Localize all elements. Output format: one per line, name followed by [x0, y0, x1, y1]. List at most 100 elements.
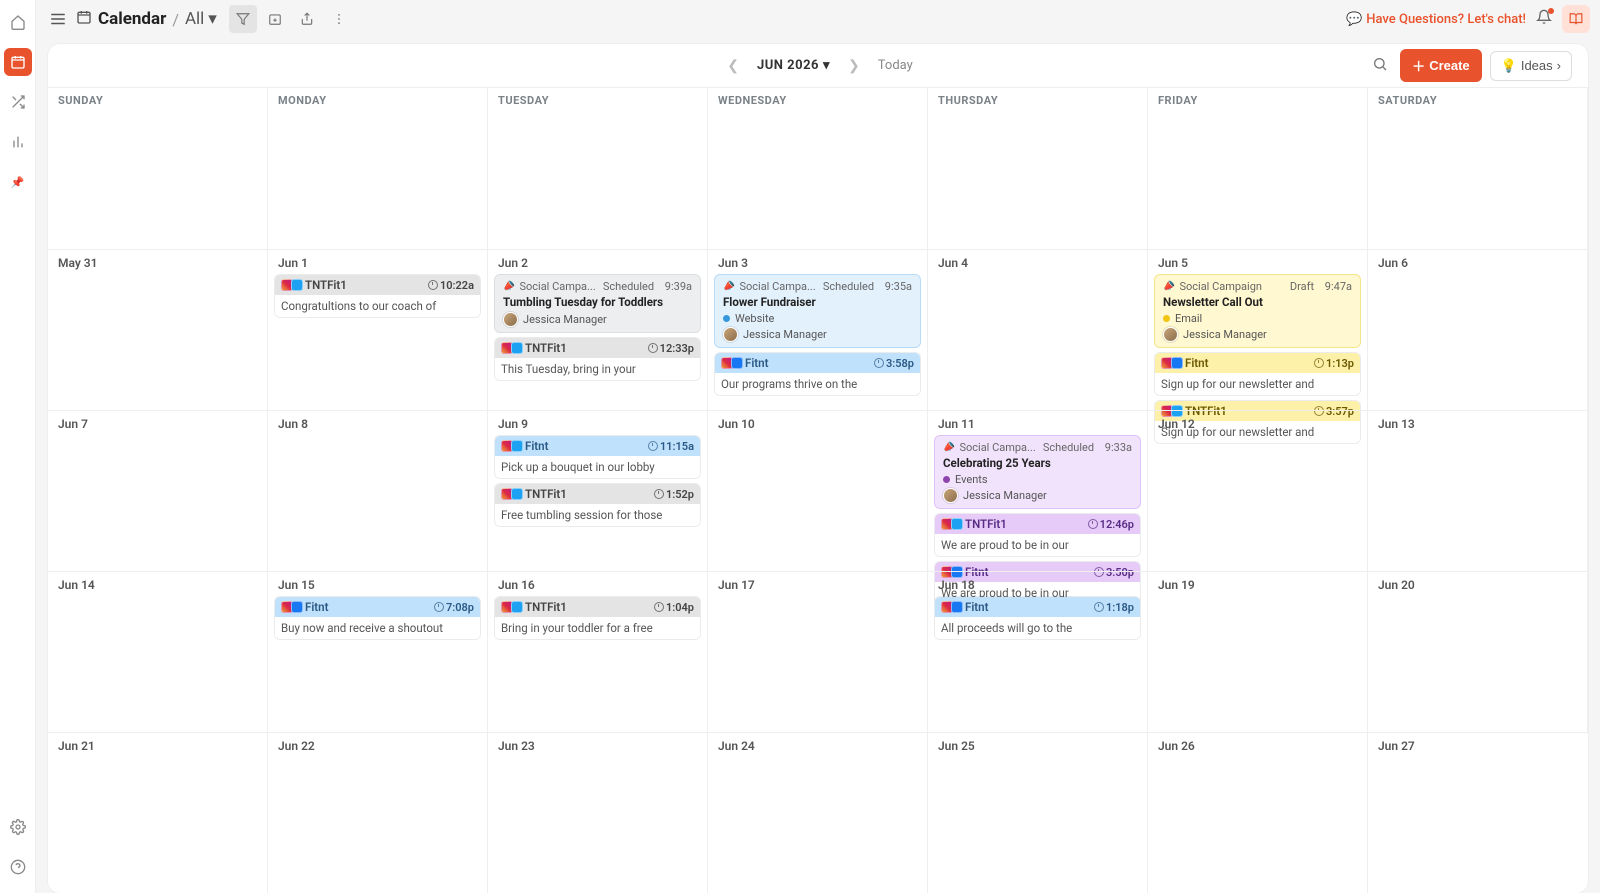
date-label: Jun 19: [1154, 578, 1361, 592]
day-cell[interactable]: Jun 24: [708, 732, 928, 893]
post-card[interactable]: Fitnt7:08p Buy now and receive a shoutou…: [274, 596, 481, 640]
nav-analytics-icon[interactable]: [4, 128, 32, 156]
ideas-button[interactable]: 💡Ideas›: [1490, 51, 1572, 81]
account-icons: [281, 279, 301, 291]
day-cell[interactable]: Jun 19: [1148, 571, 1368, 732]
day-cell[interactable]: Jun 27: [1368, 732, 1588, 893]
day-cell[interactable]: Jun 3 📣Social Campa...Scheduled 9:35a Fl…: [708, 249, 928, 410]
day-cell[interactable]: Jun 26: [1148, 732, 1368, 893]
date-label: Jun 12: [1154, 417, 1361, 431]
date-label: Jun 18: [934, 578, 1141, 592]
clock-icon: [654, 489, 664, 499]
day-cell[interactable]: May 31: [48, 249, 268, 410]
sidebar: 📌: [0, 0, 36, 893]
date-label: Jun 17: [714, 578, 921, 592]
day-cell[interactable]: Jun 6: [1368, 249, 1588, 410]
filter-icon[interactable]: [229, 5, 257, 33]
plus-icon: ＋: [1412, 56, 1425, 75]
day-cell[interactable]: Jun 2 📣Social Campa...Scheduled 9:39a Tu…: [488, 249, 708, 410]
day-header: SATURDAY: [1368, 88, 1588, 249]
post-card[interactable]: Fitnt3:58p Our programs thrive on the: [714, 352, 921, 396]
day-cell[interactable]: Jun 7: [48, 410, 268, 571]
account-icons: [1161, 357, 1181, 369]
post-card[interactable]: TNTFit11:04p Bring in your toddler for a…: [494, 596, 701, 640]
date-label: Jun 2: [494, 256, 701, 270]
filter-dropdown[interactable]: All▾: [185, 9, 217, 29]
post-card[interactable]: Fitnt1:18p All proceeds will go to the: [934, 596, 1141, 640]
date-label: Jun 20: [1374, 578, 1581, 592]
topbar: Calendar / All▾ 💬Have Questions? Let's c…: [36, 0, 1600, 38]
campaign-card[interactable]: 📣Social Campa...Scheduled 9:35a Flower F…: [714, 274, 921, 348]
settings-icon[interactable]: [4, 813, 32, 841]
date-label: Jun 24: [714, 739, 921, 753]
avatar: [1163, 327, 1178, 342]
date-label: Jun 1: [274, 256, 481, 270]
account-icons: [721, 357, 741, 369]
post-card[interactable]: TNTFit112:33p This Tuesday, bring in you…: [494, 337, 701, 381]
day-cell[interactable]: Jun 8: [268, 410, 488, 571]
post-card[interactable]: Fitnt1:13p Sign up for our newsletter an…: [1154, 352, 1361, 396]
docs-icon[interactable]: [1562, 5, 1590, 33]
day-cell[interactable]: Jun 4: [928, 249, 1148, 410]
clock-icon: [874, 358, 884, 368]
campaign-card[interactable]: 📣Social Campa...Scheduled 9:39a Tumbling…: [494, 274, 701, 333]
help-icon[interactable]: [4, 853, 32, 881]
today-button[interactable]: Today: [878, 58, 913, 73]
prev-month-icon[interactable]: ❮: [723, 54, 743, 78]
account-icons: [501, 440, 521, 452]
menu-icon[interactable]: [46, 7, 70, 31]
day-cell[interactable]: Jun 9 Fitnt11:15a Pick up a bouquet in o…: [488, 410, 708, 571]
day-cell[interactable]: Jun 13: [1368, 410, 1588, 571]
day-cell[interactable]: Jun 21: [48, 732, 268, 893]
notifications-icon[interactable]: [1536, 9, 1552, 29]
day-cell[interactable]: Jun 23: [488, 732, 708, 893]
chat-link[interactable]: 💬Have Questions? Let's chat!: [1346, 12, 1526, 27]
day-cell[interactable]: Jun 15 Fitnt7:08p Buy now and receive a …: [268, 571, 488, 732]
day-cell[interactable]: Jun 22: [268, 732, 488, 893]
post-card[interactable]: TNTFit11:52p Free tumbling session for t…: [494, 483, 701, 527]
search-icon[interactable]: [1368, 52, 1392, 80]
bulb-icon: 💡: [1501, 58, 1517, 74]
day-cell[interactable]: Jun 12: [1148, 410, 1368, 571]
post-card[interactable]: Fitnt11:15a Pick up a bouquet in our lob…: [494, 435, 701, 479]
page-title: Calendar: [98, 9, 166, 29]
account-icons: [281, 601, 301, 613]
day-cell[interactable]: Jun 10: [708, 410, 928, 571]
nav-shuffle-icon[interactable]: [4, 88, 32, 116]
more-icon[interactable]: [325, 5, 353, 33]
nav-calendar-icon[interactable]: [4, 48, 32, 76]
campaign-card[interactable]: 📣Social Campa...Scheduled 9:33a Celebrat…: [934, 435, 1141, 509]
day-cell[interactable]: Jun 20: [1368, 571, 1588, 732]
date-label: Jun 14: [54, 578, 261, 592]
create-button[interactable]: ＋Create: [1400, 49, 1481, 82]
avatar: [503, 312, 518, 327]
chat-icon: 💬: [1346, 12, 1362, 27]
day-cell[interactable]: Jun 5 📣Social CampaignDraft 9:47a Newsle…: [1148, 249, 1368, 410]
day-cell[interactable]: Jun 11 📣Social Campa...Scheduled 9:33a C…: [928, 410, 1148, 571]
campaign-card[interactable]: 📣Social CampaignDraft 9:47a Newsletter C…: [1154, 274, 1361, 348]
date-label: Jun 15: [274, 578, 481, 592]
post-card[interactable]: TNTFit110:22a Congratultions to our coac…: [274, 274, 481, 318]
next-month-icon[interactable]: ❯: [844, 54, 864, 78]
month-selector[interactable]: JUN 2026▾: [757, 58, 830, 73]
avatar: [943, 488, 958, 503]
avatar: [723, 327, 738, 342]
day-cell[interactable]: Jun 1 TNTFit110:22a Congratultions to ou…: [268, 249, 488, 410]
day-cell[interactable]: Jun 25: [928, 732, 1148, 893]
day-cell[interactable]: Jun 16 TNTFit11:04p Bring in your toddle…: [488, 571, 708, 732]
nav-pin-icon[interactable]: 📌: [4, 168, 32, 196]
account-icons: [941, 601, 961, 613]
add-date-icon[interactable]: [261, 5, 289, 33]
calendar-toolbar: ❮ JUN 2026▾ ❯ Today ＋Create 💡Ideas›: [48, 44, 1588, 88]
nav-home-icon[interactable]: [4, 8, 32, 36]
date-label: Jun 22: [274, 739, 481, 753]
megaphone-icon: 📣: [1161, 279, 1176, 294]
day-cell[interactable]: Jun 18 Fitnt1:18p All proceeds will go t…: [928, 571, 1148, 732]
day-cell[interactable]: Jun 14: [48, 571, 268, 732]
clock-icon: [654, 602, 664, 612]
day-header: SUNDAY: [48, 88, 268, 249]
share-icon[interactable]: [293, 5, 321, 33]
day-cell[interactable]: Jun 17: [708, 571, 928, 732]
post-card[interactable]: TNTFit112:46p We are proud to be in our: [934, 513, 1141, 557]
megaphone-icon: 📣: [721, 279, 736, 294]
